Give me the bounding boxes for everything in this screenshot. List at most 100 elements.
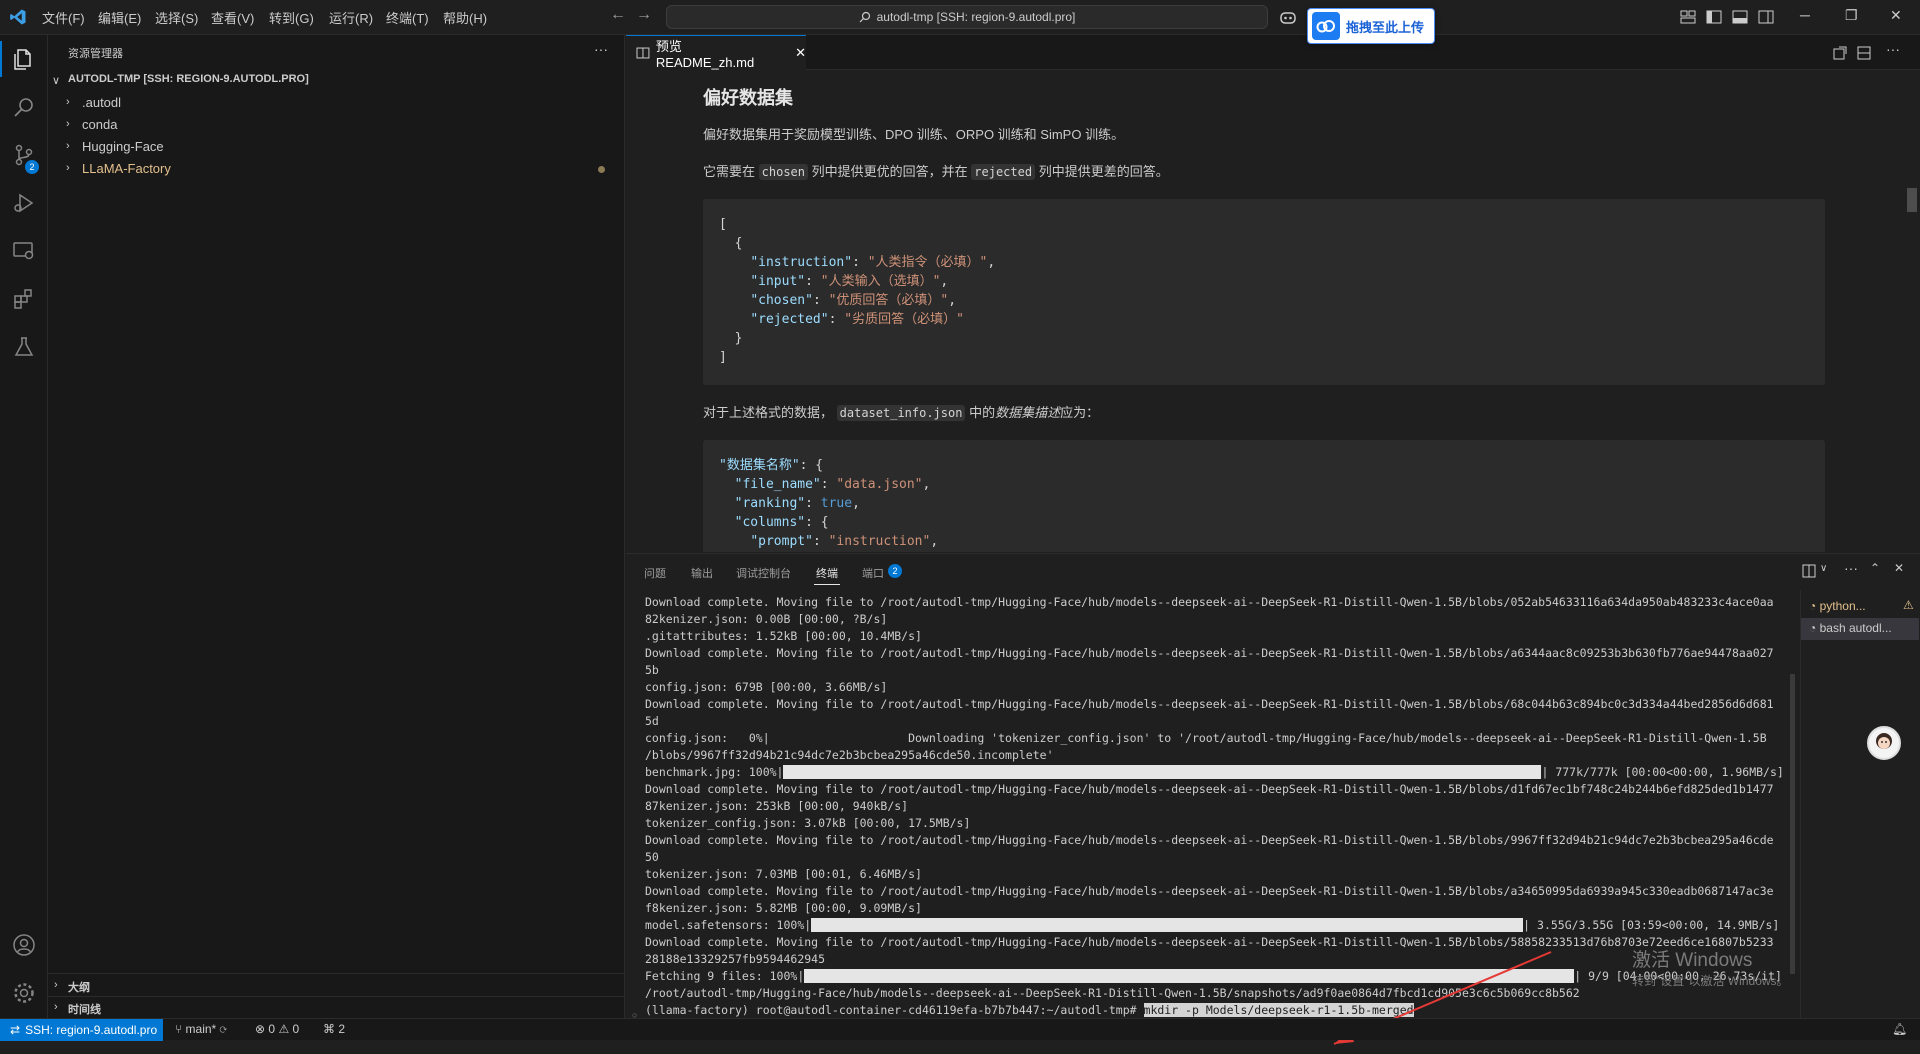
workspace-root[interactable]: AUTODL-TMP [SSH: REGION-9.AUTODL.PRO] bbox=[68, 73, 309, 85]
progress-line: benchmark.jpg: 100%| | 777k/777k [00:00<0… bbox=[645, 764, 1815, 781]
paragraph: 它需要在 chosen 列中提供更优的回答，并在 rejected 列中提供更差… bbox=[703, 161, 1169, 180]
code-text: } bbox=[719, 331, 743, 346]
restore-icon[interactable]: ❐ bbox=[1845, 7, 1858, 24]
menu-edit[interactable]: 编辑(E) bbox=[98, 8, 141, 27]
outline-section[interactable]: 大纲 bbox=[68, 979, 90, 995]
branch-status[interactable]: ⑂ main* ⟳ bbox=[175, 1022, 227, 1036]
terminal-line: 5d bbox=[645, 714, 659, 728]
folder-conda[interactable]: conda bbox=[82, 117, 117, 132]
terminal-list: ◔ python... ⚠ ◔ bash autodl... bbox=[1800, 590, 1919, 1019]
command-center[interactable]: autodl-tmp [SSH: region-9.autodl.pro] bbox=[666, 5, 1268, 29]
terminal-item-python[interactable]: ◔ python... bbox=[1809, 599, 1866, 613]
toggle-sidebar-icon[interactable] bbox=[1706, 10, 1722, 24]
chevron-right-icon[interactable]: › bbox=[66, 118, 70, 130]
avatar[interactable] bbox=[1867, 726, 1901, 760]
testing-flask-icon[interactable] bbox=[12, 335, 36, 359]
warning-count: 0 bbox=[292, 1022, 300, 1036]
active-indicator bbox=[0, 41, 2, 77]
menu-help[interactable]: 帮助(H) bbox=[443, 8, 487, 27]
open-source-icon[interactable] bbox=[1832, 45, 1848, 61]
copilot-icon[interactable] bbox=[1279, 8, 1297, 26]
split-editor-icon[interactable] bbox=[1856, 45, 1872, 61]
json-key: "instruction" bbox=[750, 255, 853, 270]
menu-run[interactable]: 运行(R) bbox=[329, 8, 373, 27]
terminal-line: Download complete. Moving file to /root/… bbox=[645, 646, 1774, 660]
close-window-icon[interactable]: ✕ bbox=[1890, 7, 1902, 24]
timeline-section[interactable]: 时间线 bbox=[68, 1001, 101, 1017]
chevron-right-icon[interactable]: › bbox=[54, 1001, 58, 1013]
menu-view[interactable]: 查看(V) bbox=[211, 8, 254, 27]
terminal-line: 87kenizer.json: 253kB [00:00, 940kB/s] bbox=[645, 799, 909, 813]
extensions-icon[interactable] bbox=[12, 287, 36, 311]
error-count: 0 bbox=[268, 1022, 276, 1036]
json-key: "数据集名称" bbox=[719, 458, 800, 473]
code-text: [ bbox=[719, 217, 727, 232]
folder-hugging-face[interactable]: Hugging-Face bbox=[82, 139, 164, 154]
back-arrow-icon[interactable]: ← bbox=[610, 6, 626, 24]
terminal-line: 5b bbox=[645, 663, 659, 677]
tab-output[interactable]: 输出 bbox=[691, 565, 713, 581]
status-bar: ⇄ SSH: region-9.autodl.pro ⑂ main* ⟳ ⊗ 0… bbox=[0, 1018, 1920, 1041]
remote-indicator[interactable]: ⇄ SSH: region-9.autodl.pro bbox=[0, 1019, 163, 1041]
progress-bar bbox=[783, 765, 1542, 779]
more-actions-icon[interactable]: ··· bbox=[594, 41, 608, 57]
warning-icon: ⚠ bbox=[1903, 598, 1914, 612]
explorer-icon[interactable] bbox=[12, 47, 36, 71]
forward-arrow-icon[interactable]: → bbox=[636, 6, 652, 24]
json-key: "input" bbox=[750, 274, 806, 289]
chevron-right-icon[interactable]: › bbox=[54, 979, 58, 991]
folder-autodl[interactable]: .autodl bbox=[82, 95, 121, 110]
remote-icon: ⇄ bbox=[10, 1023, 21, 1037]
chevron-right-icon[interactable]: › bbox=[66, 162, 70, 174]
json-value: "优质回答（必填）" bbox=[828, 293, 949, 308]
settings-gear-icon[interactable] bbox=[12, 981, 36, 1005]
more-actions-icon[interactable]: ··· bbox=[1844, 560, 1858, 576]
ports-status[interactable]: ⌘ 2 bbox=[323, 1022, 345, 1036]
json-value: "人类输入（选填）" bbox=[820, 274, 941, 289]
chevron-right-icon[interactable]: › bbox=[66, 140, 70, 152]
terminal-scrollbar-thumb[interactable] bbox=[1790, 674, 1795, 974]
folder-llama-factory[interactable]: LLaMA-Factory bbox=[82, 161, 171, 176]
tab-terminal[interactable]: 终端 bbox=[816, 565, 838, 581]
problems-status[interactable]: ⊗ 0 ⚠ 0 bbox=[255, 1022, 299, 1036]
terminal-item-bash[interactable]: ◔ bash autodl... bbox=[1809, 621, 1892, 635]
terminal-line: config.json: 0%| Downloading 'tokenizer_… bbox=[645, 731, 1767, 745]
upload-drop-button[interactable]: 拖拽至此上传 bbox=[1307, 8, 1435, 44]
chevron-down-icon[interactable]: ∨ bbox=[52, 74, 60, 87]
terminal-line: f8kenizer.json: 5.82MB [00:00, 9.09MB/s] bbox=[645, 901, 922, 915]
tab-debug-console[interactable]: 调试控制台 bbox=[736, 565, 791, 581]
inline-code: rejected bbox=[971, 164, 1036, 180]
search-icon[interactable] bbox=[12, 95, 36, 119]
remote-explorer-icon[interactable] bbox=[12, 239, 36, 263]
terminal-line: 50 bbox=[645, 850, 659, 864]
shell-prompt: (llama-factory) root@autodl-container-cd… bbox=[645, 1003, 1137, 1017]
toggle-panel-icon[interactable] bbox=[1732, 10, 1748, 24]
warning-icon: ⚠ bbox=[278, 1022, 290, 1036]
menu-selection[interactable]: 选择(S) bbox=[155, 8, 198, 27]
text: 列中提供更优的回答，并在 bbox=[811, 164, 968, 179]
close-tab-icon[interactable]: ✕ bbox=[795, 45, 806, 61]
account-icon[interactable] bbox=[12, 933, 36, 957]
title-bar: 文件(F) 编辑(E) 选择(S) 查看(V) 转到(G) 运行(R) 终端(T… bbox=[0, 0, 1920, 44]
maximize-panel-icon[interactable]: ⌃ bbox=[1870, 561, 1880, 575]
run-debug-icon[interactable] bbox=[12, 191, 36, 215]
split-terminal-icon[interactable] bbox=[1802, 564, 1818, 578]
chevron-right-icon[interactable]: › bbox=[66, 96, 70, 108]
tab-readme-preview[interactable]: 预览 README_zh.md ✕ bbox=[626, 35, 806, 70]
progress-stats: | 777k/777k [00:00<00:00, 1.96MB/s] bbox=[1541, 765, 1784, 779]
chevron-down-icon[interactable]: ∨ bbox=[1820, 563, 1827, 574]
notifications-icon[interactable]: 🔔︎ bbox=[1892, 1022, 1907, 1036]
customize-layout-icon[interactable] bbox=[1680, 10, 1696, 24]
menu-go[interactable]: 转到(G) bbox=[269, 8, 314, 27]
section-heading: 偏好数据集 bbox=[703, 88, 793, 108]
menu-file[interactable]: 文件(F) bbox=[42, 8, 85, 27]
minimize-icon[interactable]: ─ bbox=[1800, 7, 1810, 23]
editor-scrollbar-thumb[interactable] bbox=[1907, 188, 1917, 212]
tab-ports[interactable]: 端口 bbox=[862, 565, 884, 581]
toggle-secondary-sidebar-icon[interactable] bbox=[1758, 10, 1774, 24]
close-panel-icon[interactable]: ✕ bbox=[1894, 561, 1904, 575]
more-actions-icon[interactable]: ··· bbox=[1886, 41, 1900, 57]
terminal-line: /blobs/9967ff32d94b21c94dc7e2b3bcbea295a… bbox=[645, 748, 1054, 762]
tab-problems[interactable]: 问题 bbox=[644, 565, 666, 581]
menu-terminal[interactable]: 终端(T) bbox=[386, 8, 429, 27]
